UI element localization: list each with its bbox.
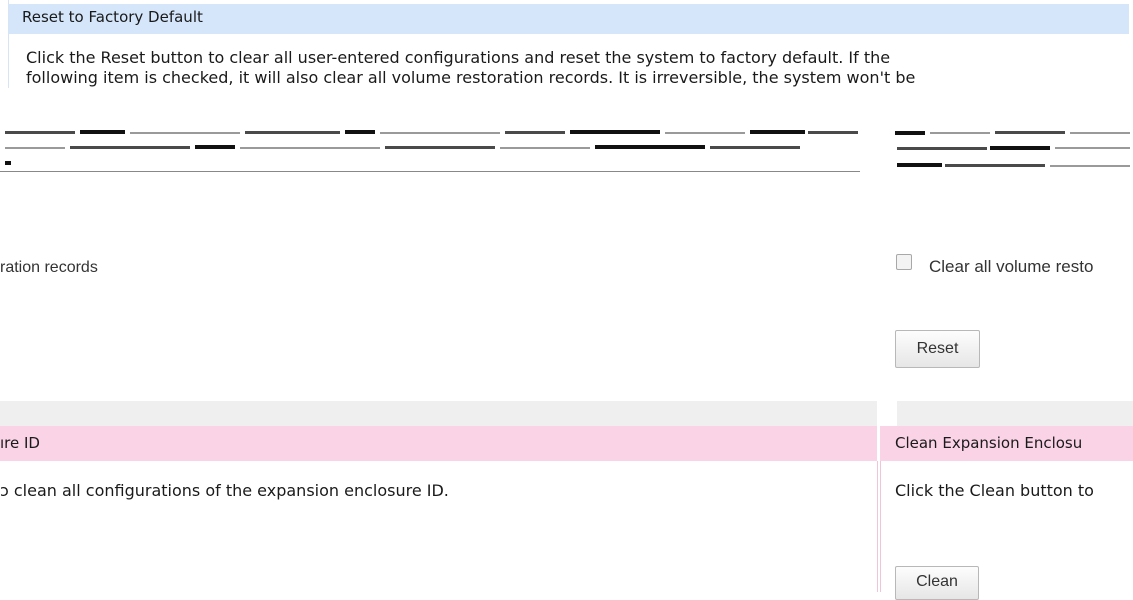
clear-volume-restoration-label[interactable]: Clear all volume resto [929,257,1093,277]
reset-button[interactable]: Reset [895,330,980,368]
garbled-render-artifact-right [895,128,1133,180]
restore-records-label: ration records [0,259,98,276]
panel-border [877,461,878,592]
enclosure-id-title: ıre ID [0,434,40,452]
garbled-render-artifact-left [0,128,860,173]
reset-panel-description-line2: following item is checked, it will also … [26,68,916,87]
reset-panel-title: Reset to Factory Default [22,8,203,26]
garbled-divider-line [0,171,860,172]
reset-panel-description-line1: Click the Reset button to clear all user… [26,48,891,67]
enclosure-id-header [0,426,877,461]
clean-enclosure-description: Click the Clean button to [895,481,1094,500]
clear-volume-restoration-checkbox[interactable] [896,254,912,270]
clean-button[interactable]: Clean [895,566,979,600]
clean-enclosure-title: Clean Expansion Enclosu [895,434,1083,452]
reset-factory-panel: Reset to Factory Default Click the Reset… [8,0,1129,88]
section-separator-gap [877,401,897,426]
enclosure-id-description: ɔ clean all configurations of the expans… [0,481,449,500]
panel-border [880,461,881,592]
section-separator [0,401,1133,426]
